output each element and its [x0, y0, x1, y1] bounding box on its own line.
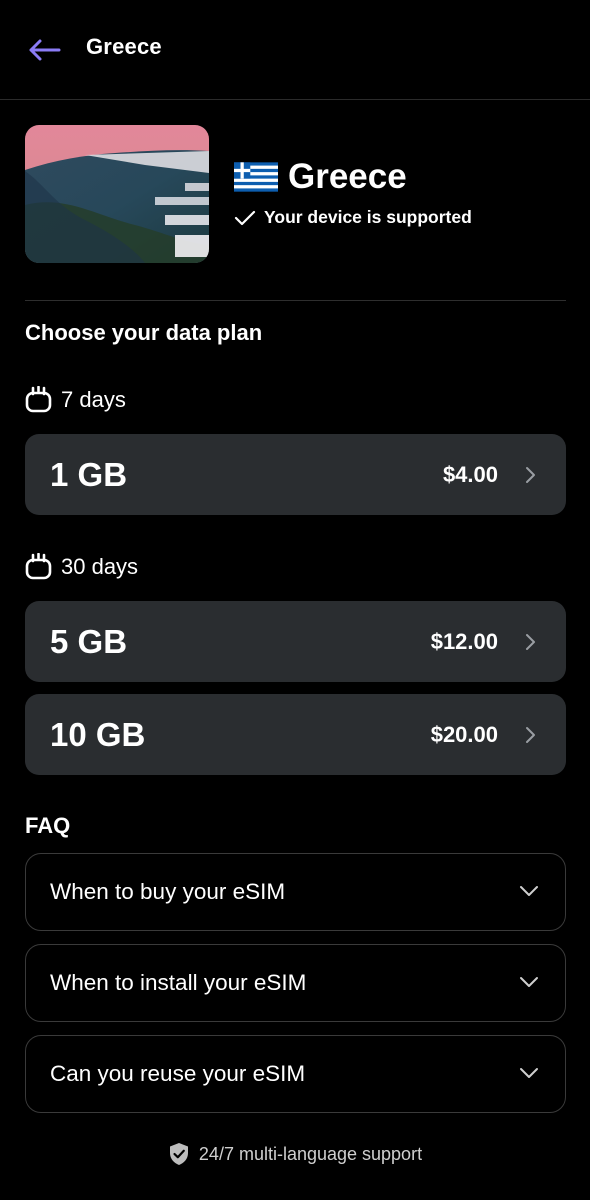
chevron-down-icon [520, 977, 538, 987]
checkmark-icon [234, 210, 256, 225]
faq-item-when-to-install[interactable]: When to install your eSIM [25, 944, 566, 1022]
shield-check-icon [169, 1143, 188, 1165]
faq-item-reuse-esim[interactable]: Can you reuse your eSIM [25, 1035, 566, 1113]
faq-heading: FAQ [25, 813, 71, 838]
plan-option-5gb[interactable]: 5 GB $12.00 [25, 601, 566, 682]
support-note: 24/7 multi-language support [0, 1140, 590, 1168]
faq-question: Can you reuse your eSIM [50, 1061, 306, 1086]
plan-data-amount: 10 GB [50, 716, 146, 753]
data-plan-heading: Choose your data plan [25, 320, 263, 345]
plan-option-1gb[interactable]: 1 GB $4.00 [25, 434, 566, 515]
plan-data-amount: 1 GB [50, 456, 128, 493]
chevron-down-icon [520, 886, 538, 896]
duration-label-7-days: 7 days [25, 386, 126, 414]
calendar-icon [25, 386, 52, 413]
support-text: 24/7 multi-language support [198, 1143, 423, 1164]
plan-option-10gb[interactable]: 10 GB $20.00 [25, 694, 566, 775]
plan-price: $20.00 [430, 722, 498, 747]
greece-flag-icon [234, 162, 278, 192]
device-supported-status: Your device is supported [234, 207, 472, 228]
chevron-down-icon [520, 1068, 538, 1078]
chevron-right-icon [526, 727, 535, 743]
plan-price: $4.00 [442, 462, 498, 487]
country-heading: Greece [234, 154, 407, 200]
plan-price: $12.00 [430, 629, 498, 654]
back-button[interactable] [22, 32, 66, 68]
chevron-right-icon [526, 467, 535, 483]
faq-question: When to install your eSIM [50, 970, 307, 995]
duration-label-30-days: 30 days [25, 553, 138, 581]
faq-item-when-to-buy[interactable]: When to buy your eSIM [25, 853, 566, 931]
device-supported-text: Your device is supported [264, 207, 472, 227]
country-photo [25, 125, 209, 263]
calendar-icon [25, 553, 52, 580]
country-name: Greece [288, 157, 407, 196]
arrow-left-icon [29, 39, 61, 61]
chevron-right-icon [526, 634, 535, 650]
plan-data-amount: 5 GB [50, 623, 128, 660]
page-title: Greece [86, 34, 162, 59]
faq-question: When to buy your eSIM [50, 879, 286, 904]
esim-country-page: Greece Greece Your device is supported C… [0, 0, 590, 1200]
top-bar: Greece [0, 0, 590, 100]
divider [25, 300, 566, 301]
